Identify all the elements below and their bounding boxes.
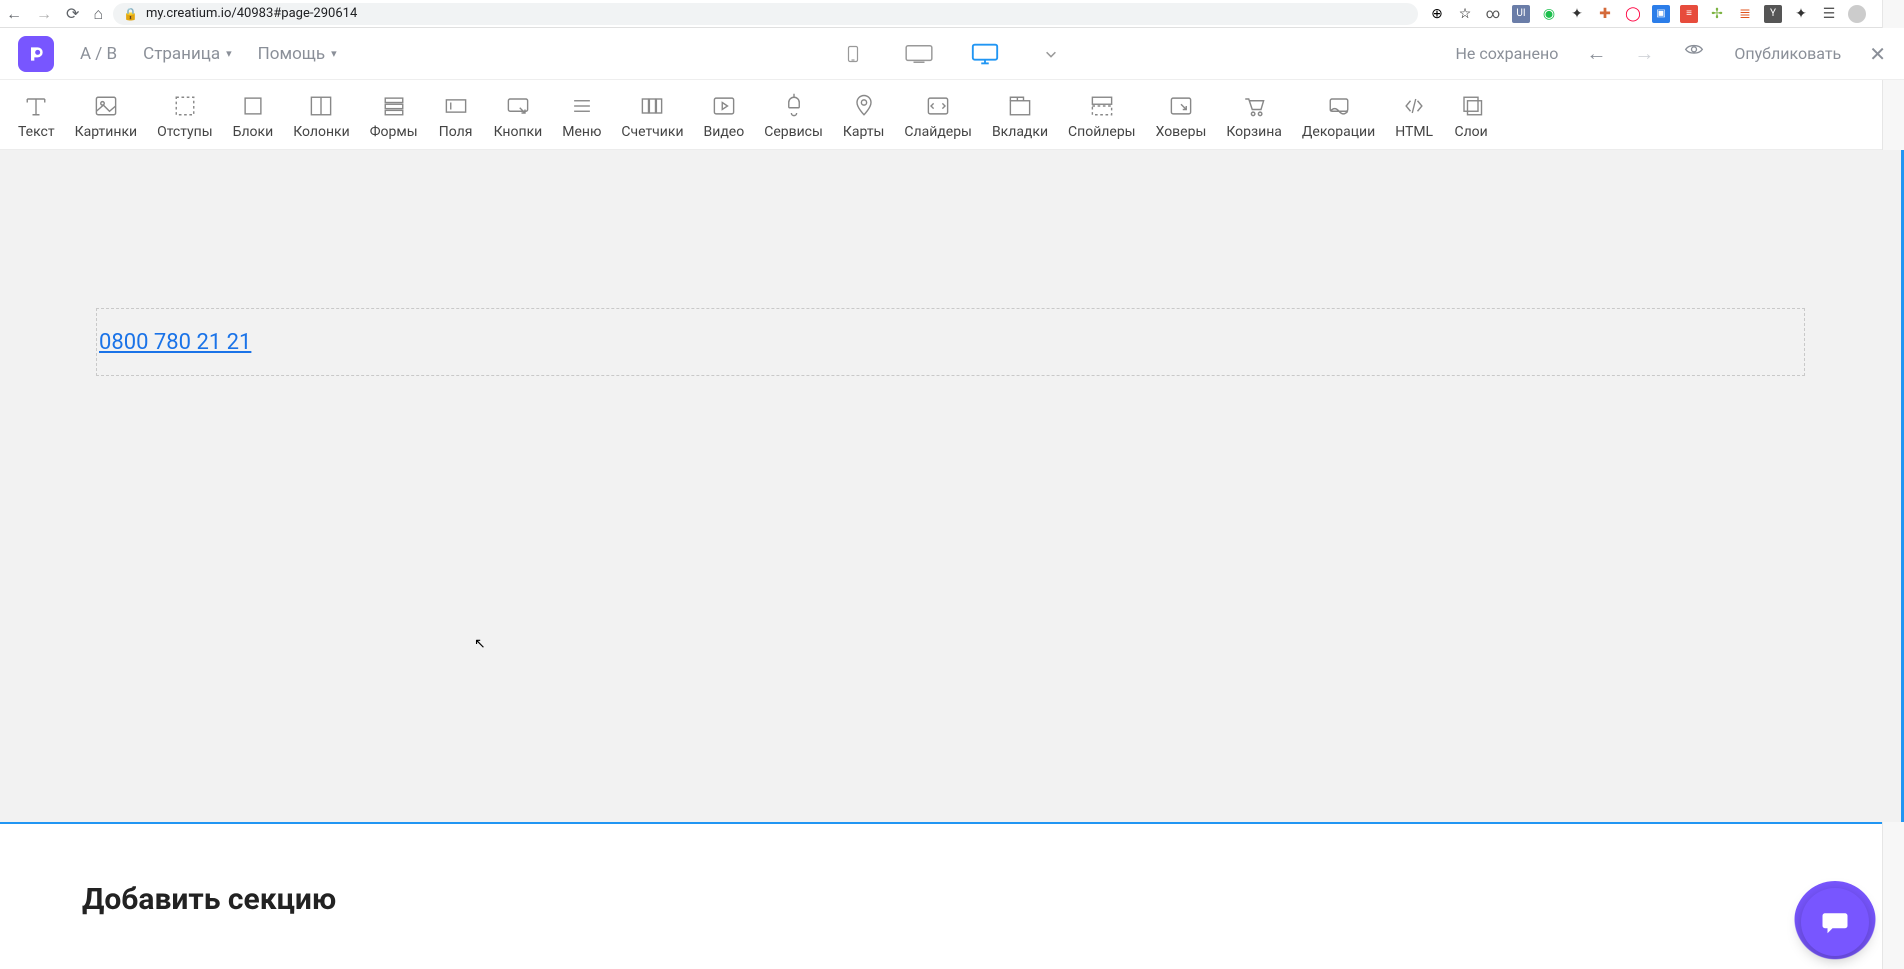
app-header: A / B Страница ▾ Помощь ▾ Не сохранено ← →…	[0, 28, 1904, 80]
tool-label: Спойлеры	[1068, 124, 1136, 140]
browser-nav: ← → ⟳ ⌂	[6, 6, 103, 22]
star-icon[interactable]: ☆	[1456, 5, 1474, 23]
tool-label: Кнопки	[494, 124, 543, 140]
ext-icon-12[interactable]: ☰	[1820, 5, 1838, 23]
editor-canvas[interactable]: 0800 780 21 21 ↖	[0, 150, 1904, 822]
tool-maps[interactable]: Карты	[833, 92, 895, 140]
ext-icon-1[interactable]: ∞	[1484, 5, 1502, 23]
browser-toolbar: ← → ⟳ ⌂ 🔒 my.creatium.io/40983#page-2906…	[0, 0, 1904, 28]
help-menu[interactable]: Помощь ▾	[258, 44, 337, 64]
chat-icon	[1801, 888, 1869, 956]
tool-label: Меню	[562, 124, 601, 140]
ext-icon-11[interactable]: Y	[1764, 5, 1782, 23]
tool-palette: Текст Картинки Отступы Блоки Колонки Фор…	[0, 80, 1904, 150]
tool-label: Сервисы	[764, 124, 823, 140]
tool-spoilers[interactable]: Спойлеры	[1058, 92, 1146, 140]
tool-services[interactable]: Сервисы	[754, 92, 833, 140]
tool-hovers[interactable]: Ховеры	[1146, 92, 1217, 140]
tool-tabs[interactable]: Вкладки	[982, 92, 1058, 140]
preview-icon[interactable]	[1682, 41, 1706, 66]
tool-label: Вкладки	[992, 124, 1048, 140]
chat-widget[interactable]	[1794, 881, 1876, 963]
back-icon[interactable]: ←	[6, 6, 22, 22]
close-icon[interactable]: ✕	[1869, 42, 1886, 66]
tool-label: Карты	[843, 124, 885, 140]
tool-menu[interactable]: Меню	[552, 92, 611, 140]
tool-label: Видео	[704, 124, 745, 140]
tool-label: Слои	[1454, 124, 1487, 140]
tool-sliders[interactable]: Слайдеры	[894, 92, 982, 140]
ext-icon-8[interactable]: ≡	[1680, 5, 1698, 23]
page-menu[interactable]: Страница ▾	[143, 44, 232, 64]
tool-html[interactable]: HTML	[1385, 92, 1443, 140]
reload-icon[interactable]: ⟳	[66, 6, 79, 22]
tool-blocks[interactable]: Блоки	[223, 92, 284, 140]
zoom-icon[interactable]: ⊕	[1428, 5, 1446, 23]
save-status: Не сохранено	[1455, 44, 1558, 63]
url-text: my.creatium.io/40983#page-290614	[146, 6, 357, 21]
publish-button[interactable]: Опубликовать	[1734, 44, 1841, 63]
ext-icon-5[interactable]: ✚	[1596, 5, 1614, 23]
tool-label: Счетчики	[621, 124, 683, 140]
tool-label: Картинки	[75, 124, 137, 140]
ext-icon-7[interactable]: ▣	[1652, 5, 1670, 23]
undo-icon[interactable]: ←	[1586, 41, 1606, 66]
tablet-preview-icon[interactable]	[904, 42, 934, 66]
page-label: Страница	[143, 44, 220, 64]
redo-icon[interactable]: →	[1634, 41, 1654, 66]
tool-images[interactable]: Картинки	[65, 92, 147, 140]
add-section-title: Добавить секцию	[82, 882, 1822, 917]
tool-label: Поля	[439, 124, 473, 140]
tool-fields[interactable]: Поля	[428, 92, 484, 140]
ext-icon-4[interactable]: ✦	[1568, 5, 1586, 23]
tool-text[interactable]: Текст	[8, 92, 65, 140]
tool-label: HTML	[1395, 124, 1433, 140]
ext-icon-9[interactable]: ✢	[1708, 5, 1726, 23]
tool-label: Корзина	[1226, 124, 1282, 140]
ab-label: A / B	[80, 44, 117, 64]
app-logo[interactable]	[18, 36, 54, 72]
tool-counters[interactable]: Счетчики	[611, 92, 693, 140]
home-icon[interactable]: ⌂	[93, 6, 103, 22]
device-more-icon[interactable]	[1036, 42, 1066, 66]
tool-forms[interactable]: Формы	[360, 92, 428, 140]
tool-spacing[interactable]: Отступы	[147, 92, 223, 140]
chevron-down-icon: ▾	[226, 47, 232, 60]
tool-label: Декорации	[1302, 124, 1375, 140]
tool-label: Колонки	[293, 124, 350, 140]
tool-label: Текст	[18, 124, 55, 140]
extensions-icon[interactable]: ✦	[1792, 5, 1810, 23]
browser-extensions: ⊕ ☆ ∞ UI ◉ ✦ ✚ ◯ ▣ ≡ ✢ ≣ Y ✦ ☰ ⋮	[1428, 5, 1898, 23]
tool-label: Слайдеры	[904, 124, 972, 140]
ext-icon-3[interactable]: ◉	[1540, 5, 1558, 23]
forward-icon[interactable]: →	[36, 6, 52, 22]
profile-avatar-icon[interactable]	[1848, 5, 1866, 23]
tool-buttons[interactable]: Кнопки	[484, 92, 553, 140]
address-bar[interactable]: 🔒 my.creatium.io/40983#page-290614	[113, 3, 1418, 25]
tool-cart[interactable]: Корзина	[1216, 92, 1292, 140]
phone-link[interactable]: 0800 780 21 21	[99, 330, 251, 355]
chevron-down-icon: ▾	[331, 47, 337, 60]
tool-label: Ховеры	[1156, 124, 1207, 140]
desktop-preview-icon[interactable]	[970, 42, 1000, 66]
tool-layers[interactable]: Слои	[1443, 92, 1499, 140]
tool-label: Формы	[370, 124, 418, 140]
cursor-icon: ↖	[474, 636, 486, 652]
tool-video[interactable]: Видео	[694, 92, 755, 140]
ab-toggle[interactable]: A / B	[80, 44, 117, 64]
help-label: Помощь	[258, 44, 325, 64]
mobile-preview-icon[interactable]	[838, 42, 868, 66]
header-right: Не сохранено ← → Опубликовать ✕	[1455, 41, 1886, 66]
tool-label: Отступы	[157, 124, 213, 140]
add-section-area[interactable]: Добавить секцию	[0, 822, 1904, 917]
ext-icon-10[interactable]: ≣	[1736, 5, 1754, 23]
lock-icon: 🔒	[123, 7, 138, 21]
tool-label: Блоки	[233, 124, 274, 140]
device-preview-switch	[838, 42, 1066, 66]
tool-columns[interactable]: Колонки	[283, 92, 360, 140]
ext-icon-2[interactable]: UI	[1512, 5, 1530, 23]
tool-decor[interactable]: Декорации	[1292, 92, 1385, 140]
text-element-box[interactable]: 0800 780 21 21	[96, 308, 1805, 376]
ext-icon-6[interactable]: ◯	[1624, 5, 1642, 23]
